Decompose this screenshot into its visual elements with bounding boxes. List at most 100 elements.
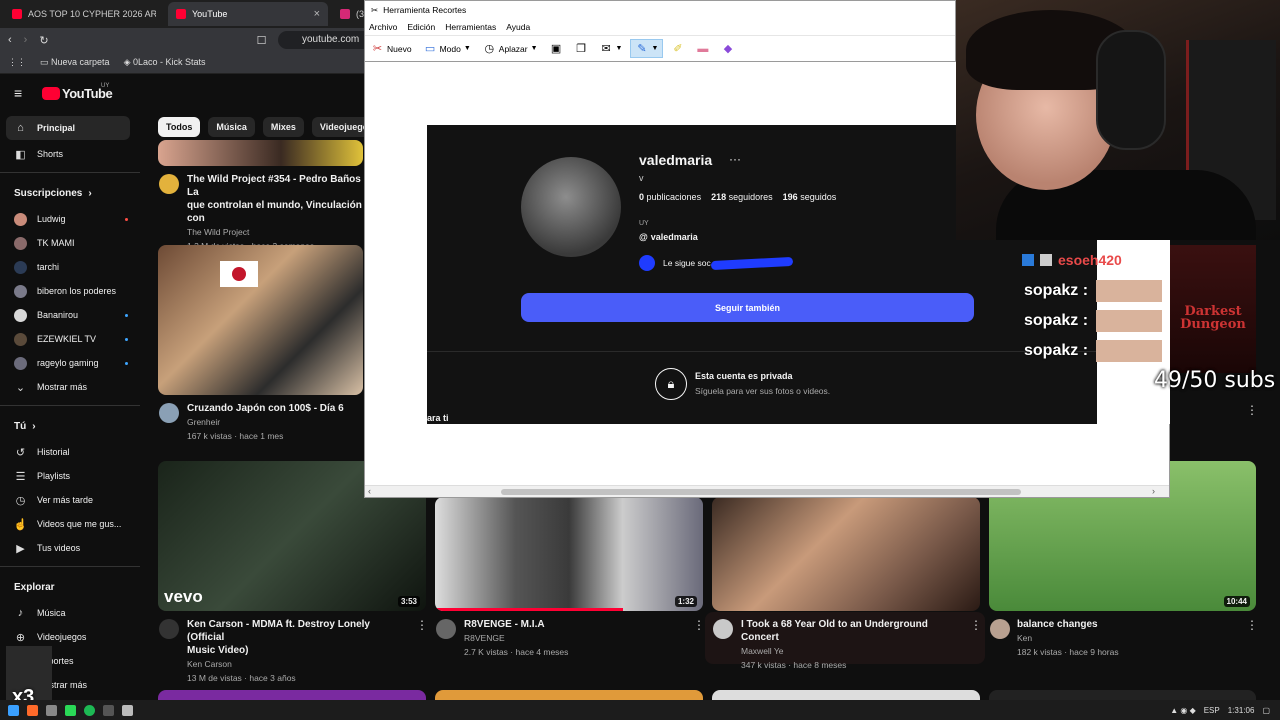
delay-button[interactable]: ◷ Aplazar ▼ <box>479 40 542 57</box>
clock[interactable]: 1:31:06 <box>1228 706 1255 715</box>
video-title[interactable]: R8VENGE - M.I.A <box>464 618 684 631</box>
channel-name[interactable]: R8VENGE <box>464 631 684 645</box>
chip-mixes[interactable]: Mixes <box>262 117 304 137</box>
video-thumbnail[interactable] <box>435 690 703 700</box>
menu-file[interactable]: Archivo <box>369 22 397 32</box>
browser-tab-2[interactable]: YouTube × <box>168 2 328 26</box>
video-title[interactable]: balance changes <box>1017 618 1237 631</box>
pen-icon: ✎ <box>637 43 647 55</box>
channel-avatar[interactable] <box>159 619 179 639</box>
video-title[interactable]: Cruzando Japón con 100$ - Día 6 <box>187 402 367 415</box>
video-thumbnail[interactable] <box>158 245 363 395</box>
sidebar-item-your-videos[interactable]: ▶ Tus videos <box>0 536 140 560</box>
chip-music[interactable]: Música <box>208 117 255 137</box>
pen-button[interactable]: ✎ ▼ <box>630 39 664 58</box>
sidebar-item-music[interactable]: ♪ Música <box>0 601 140 625</box>
channel-avatar[interactable] <box>159 403 179 423</box>
channel-avatar[interactable] <box>990 619 1010 639</box>
sidebar-item-subscription[interactable]: tarchi <box>0 255 140 279</box>
bookmark-folder[interactable]: ▭ Nueva carpeta <box>40 57 110 68</box>
brave-icon[interactable] <box>27 704 38 716</box>
scroll-right-icon[interactable]: › <box>1152 486 1155 496</box>
sidebar-item-playlists[interactable]: ☰ Playlists <box>0 464 140 488</box>
highlighter-button[interactable]: ✐ <box>667 40 688 57</box>
reload-icon[interactable]: ↻ <box>39 34 48 47</box>
save-button[interactable]: ▣ <box>546 40 567 57</box>
copy-button[interactable]: ❐ <box>571 40 592 57</box>
menu-icon[interactable]: ≡ <box>14 85 22 101</box>
channel-name[interactable]: The Wild Project <box>187 225 367 239</box>
more-options-icon[interactable]: ⋮ <box>416 618 428 632</box>
sidebar-item-subscription[interactable]: rageylo gaming <box>0 351 140 375</box>
scroll-left-icon[interactable]: ‹ <box>368 486 371 496</box>
bookmark-icon[interactable]: ☐ <box>257 34 267 47</box>
sidebar-item-history[interactable]: ↺ Historial <box>0 440 140 464</box>
video-thumbnail[interactable] <box>712 690 980 700</box>
video-thumbnail[interactable]: 1:32 <box>435 497 703 611</box>
mode-button[interactable]: ▭ Modo ▼ <box>420 40 475 57</box>
tray-icons[interactable]: ▲ ◉ ◆ <box>1170 706 1196 715</box>
browser-tab-1[interactable]: AOS TOP 10 CYPHER 2026 ARG - You <box>4 2 164 26</box>
chip-all[interactable]: Todos <box>158 117 201 137</box>
sidebar-item-subscription[interactable]: biberon los poderes <box>0 279 140 303</box>
menu-edit[interactable]: Edición <box>407 22 435 32</box>
apps-icon[interactable]: ⋮⋮ <box>8 57 26 68</box>
app-icon[interactable] <box>122 704 133 716</box>
video-thumbnail[interactable] <box>158 690 426 700</box>
more-options-icon[interactable]: ⋮ <box>1246 618 1258 632</box>
sidebar-item-shorts[interactable]: ◧ Shorts <box>0 142 140 166</box>
address-bar[interactable]: youtube.com <box>278 31 378 49</box>
sidebar-item-subscription[interactable]: Ludwig <box>0 207 140 231</box>
dropdown-arrow-icon: ▼ <box>530 45 538 52</box>
sidebar-item-subscription[interactable]: EZEWKIEL TV <box>0 327 140 351</box>
channel-name[interactable]: Ken <box>1017 631 1237 645</box>
sidebar-item-subscription[interactable]: Bananirou <box>0 303 140 327</box>
send-button[interactable]: ✉ ▼ <box>596 40 627 57</box>
channel-name[interactable]: Maxwell Ye <box>741 644 961 658</box>
video-title-line-2[interactable]: que controlan el mundo, Vinculación con <box>187 199 367 225</box>
menu-help[interactable]: Ayuda <box>506 22 530 32</box>
close-tab-icon[interactable]: × <box>314 8 320 20</box>
more-options-icon[interactable]: ⋮ <box>970 618 982 632</box>
sidebar-item-subscription[interactable]: TK MAMI <box>0 231 140 255</box>
sidebar-item-watch-later[interactable]: ◷ Ver más tarde <box>0 488 140 512</box>
video-thumbnail[interactable] <box>989 690 1256 700</box>
sidebar-item-home[interactable]: ⌂ Principal <box>6 116 130 140</box>
sidebar-item-label: Ver más tarde <box>37 495 94 505</box>
you-heading[interactable]: Tú › <box>0 412 140 440</box>
new-snip-button[interactable]: ✂ Nuevo <box>367 40 416 57</box>
clock-icon: ◷ <box>15 494 26 507</box>
video-title[interactable]: Ken Carson - MDMA ft. Destroy Lonely (Of… <box>187 618 407 644</box>
start-icon[interactable] <box>8 704 19 716</box>
eraser-button[interactable]: ▬ <box>692 40 713 57</box>
kick-icon[interactable] <box>65 704 76 716</box>
video-title[interactable]: The Wild Project #354 - Pedro Baños | La <box>187 173 367 199</box>
channel-avatar[interactable] <box>436 619 456 639</box>
notifications-icon[interactable]: ▢ <box>1262 706 1270 715</box>
bookmark-link[interactable]: ◈ 0Laco - Kick Stats <box>124 57 206 68</box>
app-icon[interactable] <box>46 704 57 716</box>
spotify-icon[interactable] <box>84 704 95 716</box>
video-title[interactable]: I Took a 68 Year Old to an Underground C… <box>741 618 961 644</box>
sidebar-show-more[interactable]: ⌄ Mostrar más <box>0 375 140 399</box>
scrollbar-thumb[interactable] <box>501 489 1021 495</box>
channel-avatar[interactable] <box>159 174 179 194</box>
language-indicator[interactable]: ESP <box>1204 706 1220 715</box>
subscriptions-heading[interactable]: Suscripciones › <box>0 179 140 207</box>
back-icon[interactable]: ‹ <box>8 34 12 46</box>
app-icon[interactable] <box>103 704 114 716</box>
sidebar-item-liked[interactable]: ☝ Videos que me gus... <box>0 512 140 536</box>
horizontal-scrollbar[interactable]: ‹ › <box>365 485 1169 497</box>
video-title-line-2[interactable]: Music Video) <box>187 644 407 657</box>
video-duration: 3:53 <box>397 596 420 607</box>
more-options-icon[interactable]: ⋮ <box>693 618 705 632</box>
video-thumbnail[interactable] <box>158 140 363 166</box>
paint3d-button[interactable]: ◆ <box>717 40 738 57</box>
channel-name[interactable]: Ken Carson <box>187 657 407 671</box>
forward-icon[interactable]: › <box>24 34 28 46</box>
menu-tools[interactable]: Herramientas <box>445 22 496 32</box>
channel-avatar[interactable] <box>713 619 733 639</box>
more-options-icon[interactable]: ⋮ <box>1246 403 1258 417</box>
video-thumbnail[interactable] <box>712 497 980 611</box>
channel-name[interactable]: Grenheir <box>187 415 367 429</box>
